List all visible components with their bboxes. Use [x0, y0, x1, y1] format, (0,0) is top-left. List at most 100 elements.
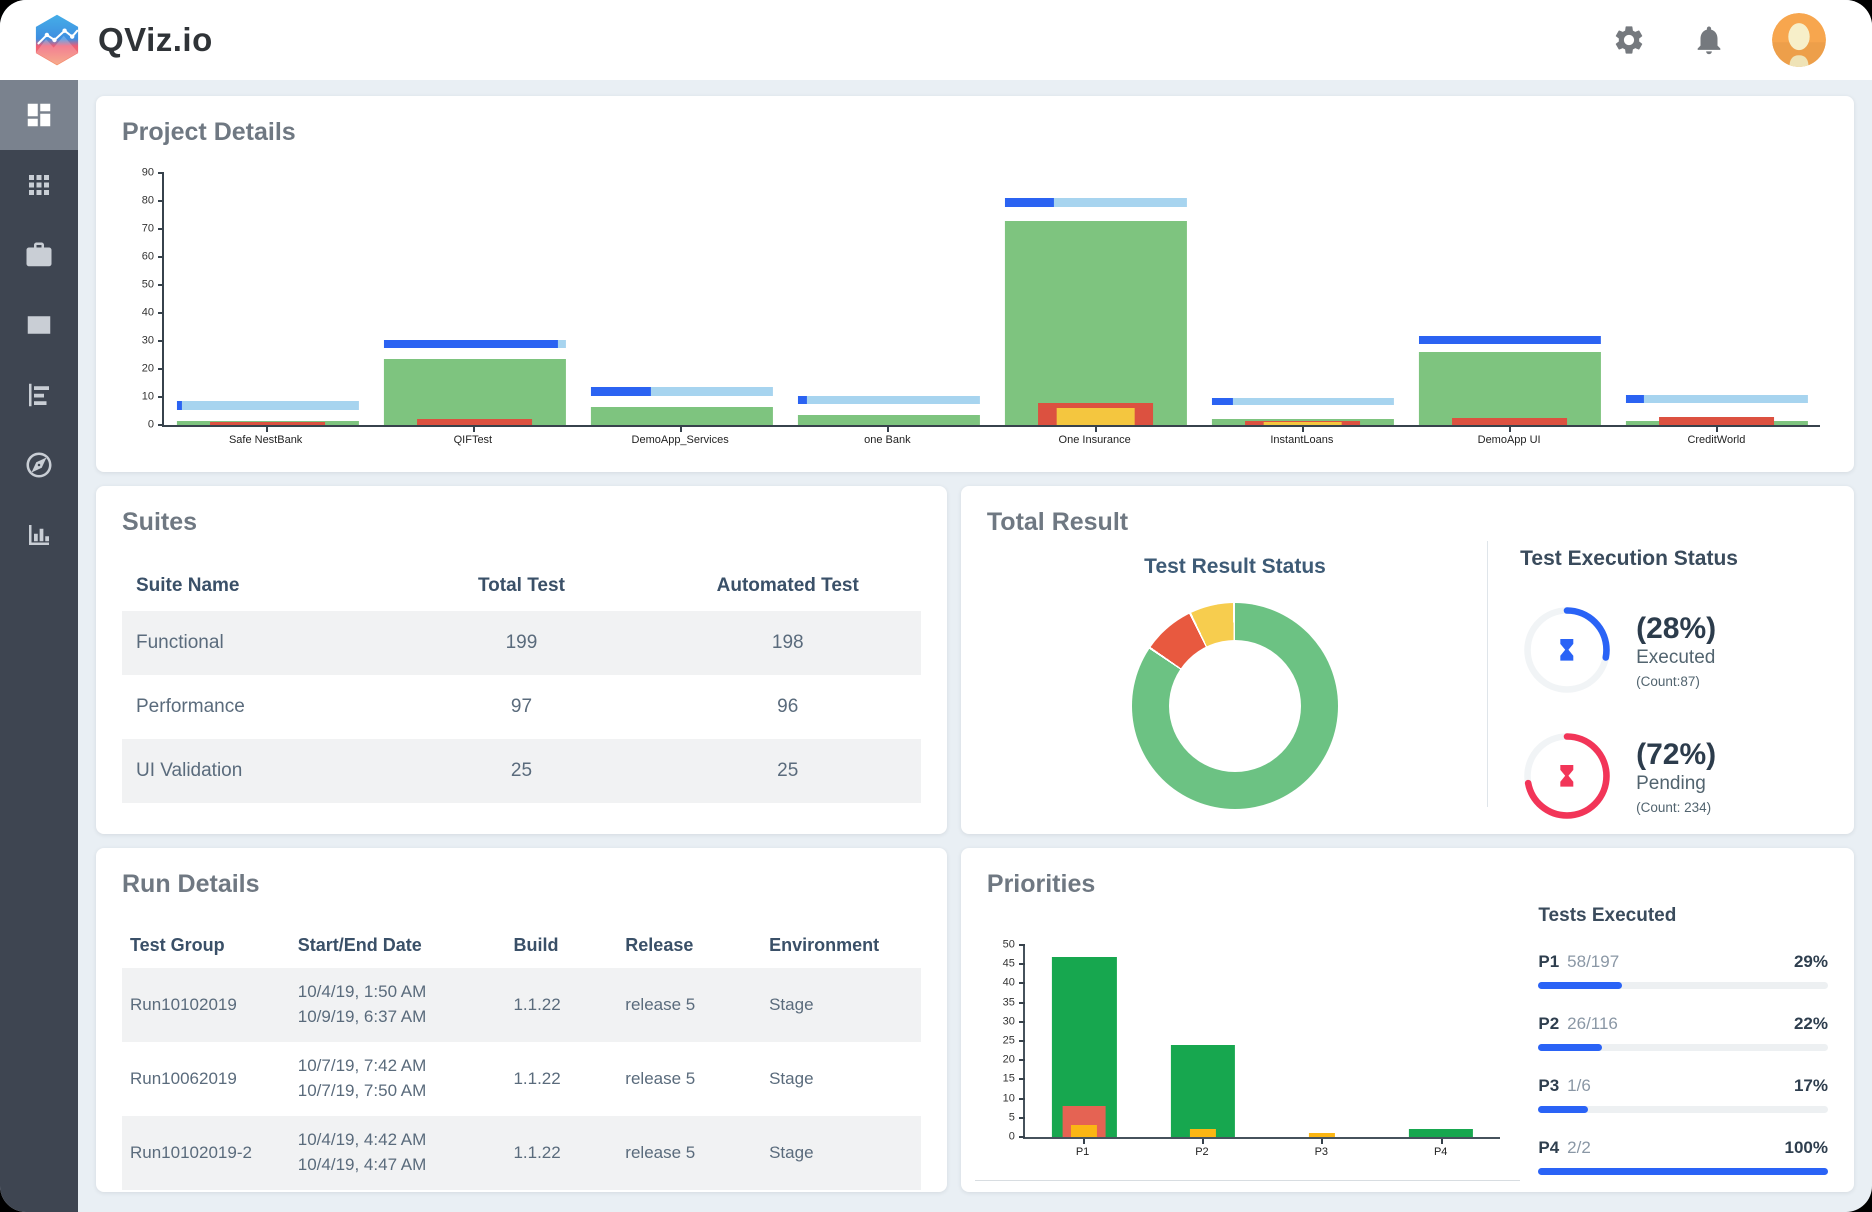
suites-column-header: Suite Name — [122, 561, 388, 611]
donut-title: Test Result Status — [1144, 555, 1326, 579]
sidebar-item-apps[interactable] — [0, 150, 78, 220]
x-axis-label: QIFTest — [369, 427, 576, 446]
progress-marker — [590, 387, 772, 395]
progress-marker — [176, 401, 358, 409]
run-details-header-row: Test GroupStart/End DateBuildReleaseEnvi… — [122, 923, 921, 968]
progress-marker-done — [797, 396, 806, 404]
y-axis-tick-label: 20 — [1003, 1055, 1015, 1066]
project-details-card: Project Details 0102030405060708090 Safe… — [96, 96, 1854, 472]
tests-executed-line: P226/11622% — [1538, 1014, 1828, 1034]
suites-column-header: Automated Test — [655, 561, 921, 611]
run-start-date: 10/4/19, 1:50 AM — [298, 980, 498, 1005]
execution-count: (Count: 234) — [1636, 800, 1716, 815]
priorities-body: 05101520253035404550 P1P2P3P4 Tests Exec… — [987, 899, 1828, 1165]
progress-marker — [383, 340, 565, 348]
suites-card: Suites Suite NameTotal TestAutomated Tes… — [96, 486, 947, 834]
run-details-row: Run1006201910/7/19, 7:42 AM10/7/19, 7:50… — [122, 1042, 921, 1116]
priority-ratio: 58/197 — [1567, 952, 1619, 972]
y-axis-tick-label: 0 — [148, 420, 154, 431]
vertical-divider — [1487, 541, 1488, 807]
x-axis-label: One Insurance — [991, 427, 1198, 446]
settings-gear-icon[interactable] — [1612, 23, 1646, 57]
priorities-title: Priorities — [987, 870, 1828, 899]
bar-total — [590, 407, 772, 425]
bar-skipped — [1071, 1125, 1097, 1137]
sidebar-item-dashboard[interactable] — [0, 80, 78, 150]
run-column-header: Start/End Date — [290, 923, 506, 968]
bar-group-P3 — [1263, 945, 1382, 1137]
priorities-x-labels: P1P2P3P4 — [1023, 1139, 1500, 1158]
tests-executed-item-p2: P226/11622% — [1538, 1014, 1828, 1051]
bar-skipped — [1190, 1129, 1216, 1137]
total-result-title: Total Result — [987, 508, 1828, 537]
project-details-title: Project Details — [122, 118, 1828, 147]
newspaper-icon — [24, 310, 54, 340]
y-axis-tick-label: 50 — [142, 280, 154, 291]
run-start-date: 10/7/19, 7:42 AM — [298, 1054, 498, 1079]
y-axis-tick-label: 60 — [142, 252, 154, 263]
priorities-chart: 05101520253035404550 — [1023, 945, 1500, 1139]
run-end-date: 10/7/19, 7:50 AM — [298, 1079, 498, 1104]
sidebar-item-results[interactable] — [0, 360, 78, 430]
bar-skipped — [1056, 408, 1135, 425]
bar-group-one Bank — [785, 173, 992, 425]
suites-cell: UI Validation — [122, 739, 388, 803]
y-axis-tick-label: 30 — [1003, 1016, 1015, 1027]
run-column-header: Test Group — [122, 923, 290, 968]
suites-cell: 97 — [388, 675, 654, 739]
priorities-bottom-rule — [975, 1180, 1520, 1181]
y-axis-tick-label: 25 — [1003, 1036, 1015, 1047]
brand-logo[interactable]: QViz.io — [30, 13, 213, 67]
run-environment-cell: Stage — [761, 1042, 921, 1116]
app-window: QViz.io — [0, 0, 1872, 1212]
priority-percent: 100% — [1785, 1138, 1828, 1158]
run-environment-cell: Stage — [761, 1116, 921, 1190]
y-axis-tick-label: 0 — [1009, 1132, 1015, 1143]
bar-group-P2 — [1144, 945, 1263, 1137]
suites-table-row: UI Validation2525 — [122, 739, 921, 803]
x-axis-label: DemoApp_Services — [577, 427, 784, 446]
run-end-date: 10/4/19, 4:47 AM — [298, 1153, 498, 1178]
progress-track — [1538, 1044, 1828, 1051]
priority-label: P3 — [1538, 1076, 1559, 1096]
suites-cell: 25 — [655, 739, 921, 803]
x-axis-label: InstantLoans — [1198, 427, 1405, 446]
y-axis-tick-label: 10 — [142, 392, 154, 403]
bar-total — [383, 359, 565, 425]
execution-percent: (28%) — [1636, 612, 1716, 645]
execution-status-item: (28%)Executed (Count:87) — [1520, 603, 1828, 697]
bar-total — [1418, 352, 1600, 425]
progress-fill — [1538, 1168, 1828, 1175]
notifications-bell-icon[interactable] — [1692, 23, 1726, 57]
execution-count: (Count:87) — [1636, 674, 1716, 689]
avatar-person-icon — [1772, 13, 1826, 67]
sidebar-item-analytics[interactable] — [0, 500, 78, 570]
priority-label: P4 — [1538, 1138, 1559, 1158]
progress-marker — [1004, 198, 1186, 206]
priorities-card: Priorities 05101520253035404550 P1P2P3P4… — [961, 848, 1854, 1192]
tests-executed-title: Tests Executed — [1538, 905, 1828, 927]
x-axis-label: P2 — [1142, 1139, 1261, 1158]
sidebar-item-projects[interactable] — [0, 220, 78, 290]
bar-chart-icon — [24, 520, 54, 550]
bar-skipped — [1263, 422, 1342, 425]
run-group-cell: Run10102019 — [122, 968, 290, 1042]
x-axis-tick — [1202, 1139, 1204, 1144]
sidebar-item-explore[interactable] — [0, 430, 78, 500]
y-axis-tick-label: 35 — [1003, 997, 1015, 1008]
execution-label: Executed — [1636, 647, 1716, 669]
tests-executed-block: Tests Executed P158/19729%P226/11622%P31… — [1508, 899, 1828, 1165]
test-result-status-block: Test Result Status — [987, 539, 1483, 809]
priority-label: P1 — [1538, 952, 1559, 972]
bar-group-CreditWorld — [1613, 173, 1820, 425]
bar-failed — [1659, 417, 1775, 425]
x-axis-tick — [1441, 1139, 1443, 1144]
horizontal-bars-icon — [24, 380, 54, 410]
progress-marker-done — [1211, 398, 1233, 406]
dashboard-icon — [24, 100, 54, 130]
suites-table: Suite NameTotal TestAutomated Test Funct… — [122, 561, 921, 803]
suites-cell: Performance — [122, 675, 388, 739]
user-avatar[interactable] — [1772, 13, 1826, 67]
sidebar-item-reports[interactable] — [0, 290, 78, 360]
x-axis-label: Safe NestBank — [162, 427, 369, 446]
